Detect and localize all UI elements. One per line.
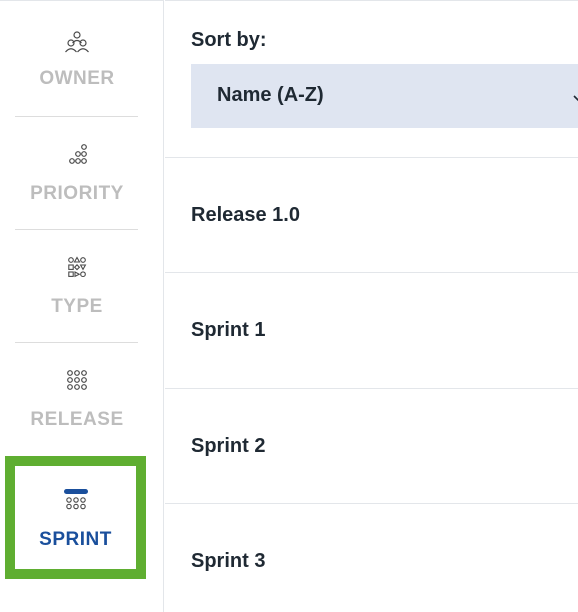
- sidebar-item-priority[interactable]: PRIORITY: [0, 116, 154, 229]
- people-icon: [64, 27, 90, 57]
- sidebar-item-sprint[interactable]: SPRINT: [5, 456, 146, 579]
- list-item[interactable]: Sprint 1: [165, 272, 578, 387]
- main-panel: Sort by: Name (A-Z) Release 1.0 Sprint 1…: [165, 0, 578, 612]
- sidebar-item-release[interactable]: RELEASE: [0, 342, 154, 455]
- dot-grid-icon: [64, 368, 90, 398]
- sidebar-item-label: SPRINT: [39, 529, 112, 550]
- list-item[interactable]: Sprint 3: [165, 503, 578, 612]
- list-item[interactable]: Release 1.0: [165, 157, 578, 272]
- sidebar-item-type[interactable]: TYPE: [0, 229, 154, 342]
- shapes-icon: [64, 255, 90, 285]
- top-border: [165, 0, 578, 1]
- active-item-background: SPRINT: [15, 466, 136, 569]
- sort-dropdown[interactable]: Name (A-Z): [191, 64, 578, 128]
- sprint-icon: [63, 487, 89, 517]
- chevron-down-icon: [573, 90, 578, 102]
- sidebar-item-label: TYPE: [51, 296, 103, 317]
- list-item-name: Sprint 1: [191, 319, 266, 341]
- list-item[interactable]: Sprint 2: [165, 388, 578, 503]
- priority-dots-icon: [64, 142, 90, 172]
- sort-label: Sort by:: [191, 29, 267, 51]
- list-item-name: Sprint 3: [191, 550, 266, 572]
- sidebar-item-label: PRIORITY: [30, 183, 124, 204]
- sidebar-item-label: OWNER: [39, 68, 115, 89]
- list-item-name: Sprint 2: [191, 435, 266, 457]
- list-item-name: Release 1.0: [191, 204, 300, 226]
- sort-selected-value: Name (A-Z): [217, 84, 324, 106]
- group-by-sidebar: OWNER PRIORITY TYPE RELEASE SPRINT: [0, 0, 164, 612]
- sidebar-item-owner[interactable]: OWNER: [0, 1, 154, 114]
- sidebar-item-label: RELEASE: [30, 409, 124, 430]
